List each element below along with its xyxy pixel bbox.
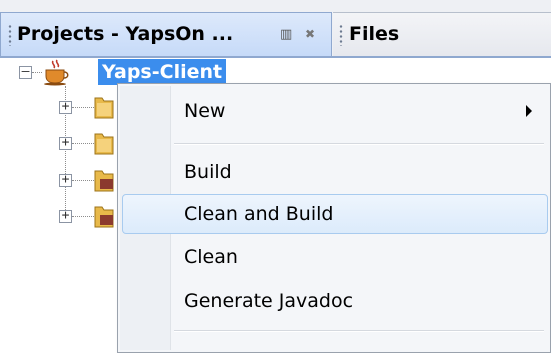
- drag-grip-icon[interactable]: [339, 24, 343, 46]
- close-icon[interactable]: ✖: [305, 27, 315, 41]
- expand-toggle-icon[interactable]: +: [59, 209, 72, 223]
- menu-separator: [174, 330, 544, 332]
- source-package-folder-icon: [94, 97, 114, 119]
- tab-files[interactable]: Files: [333, 12, 551, 56]
- tree-connector: [72, 180, 94, 182]
- libraries-folder-icon: [94, 170, 114, 192]
- tree-connector: [72, 143, 94, 145]
- collapse-toggle-icon[interactable]: –: [19, 65, 32, 79]
- menu-item-label: Clean and Build: [184, 203, 334, 225]
- tab-projects[interactable]: Projects - YapsOn ... ▥ ✖: [0, 12, 332, 56]
- menu-separator: [174, 143, 544, 145]
- menu-item-label: Clean: [184, 246, 238, 268]
- project-context-menu: New Build Clean and Build Clean Generate…: [117, 83, 551, 353]
- tree-connector: [72, 216, 94, 218]
- menu-item-label: Build: [184, 161, 232, 183]
- menu-item-clean-and-build[interactable]: Clean and Build: [122, 194, 548, 234]
- project-root-label[interactable]: Yaps-Client: [98, 59, 227, 85]
- menu-item-label: Generate Javadoc: [184, 290, 354, 312]
- menu-item-build[interactable]: Build: [122, 152, 548, 192]
- test-libraries-folder-icon: [94, 206, 114, 228]
- minimize-window-icon[interactable]: ▥: [280, 27, 292, 42]
- menu-item-clean[interactable]: Clean: [122, 237, 548, 277]
- test-package-folder-icon: [94, 133, 114, 155]
- panel-tab-bar: Projects - YapsOn ... ▥ ✖ Files: [0, 0, 551, 58]
- menu-item-new[interactable]: New: [122, 91, 548, 131]
- java-cup-project-icon: [44, 59, 69, 86]
- expand-toggle-icon[interactable]: +: [59, 173, 72, 187]
- tab-files-label: Files: [349, 23, 400, 45]
- expand-toggle-icon[interactable]: +: [59, 136, 72, 150]
- menu-item-generate-javadoc[interactable]: Generate Javadoc: [122, 281, 548, 321]
- tree-connector: [32, 72, 42, 74]
- tree-connector: [72, 107, 94, 109]
- drag-grip-icon[interactable]: [8, 24, 12, 46]
- submenu-arrow-icon: [526, 105, 532, 117]
- tab-projects-label: Projects - YapsOn ...: [17, 23, 234, 45]
- menu-item-label: New: [184, 100, 226, 122]
- expand-toggle-icon[interactable]: +: [59, 100, 72, 114]
